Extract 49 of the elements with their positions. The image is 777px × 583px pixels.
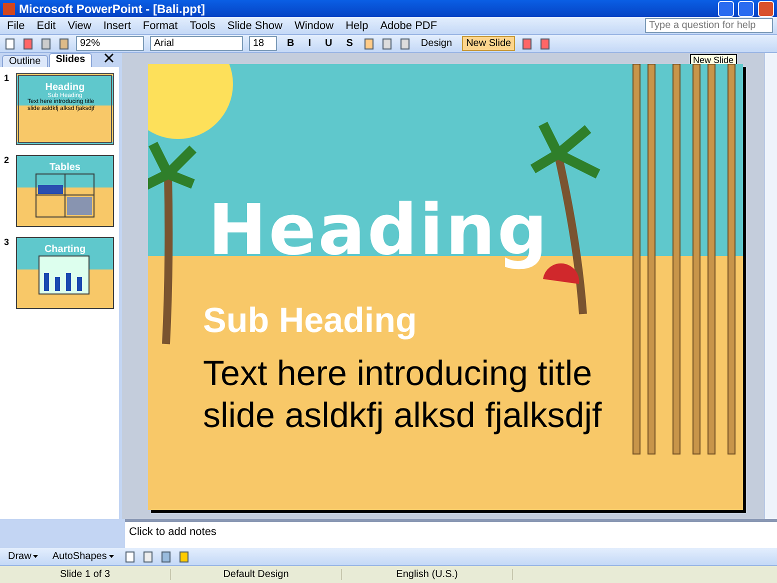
menu-item[interactable]: Adobe PDF	[377, 20, 440, 32]
table-drawing	[35, 173, 95, 218]
slide-heading: Heading	[208, 189, 550, 271]
thumbnail-title: Charting	[44, 244, 86, 255]
text-style-button[interactable]: I	[304, 36, 316, 51]
status-text: English (U.S.)	[342, 569, 513, 580]
menu-item[interactable]: Slide Show	[224, 20, 286, 32]
pane-tab[interactable]: Slides	[48, 53, 92, 67]
draw-button[interactable]: Draw	[4, 549, 42, 564]
help-search-field[interactable]: Type a question for help	[645, 18, 773, 33]
autoshapes-button[interactable]: AutoShapes	[48, 549, 118, 564]
close-icon[interactable]	[103, 52, 115, 64]
zoom-dropdown[interactable]: 92%	[76, 36, 144, 51]
menu-item[interactable]: View	[64, 20, 94, 32]
text-style-button[interactable]: S	[342, 36, 357, 51]
menu-item[interactable]: Format	[140, 20, 181, 32]
bar-chart-drawing	[38, 255, 92, 295]
vertical-scrollbar[interactable]	[764, 53, 777, 519]
font-dropdown[interactable]: Arial	[150, 36, 243, 51]
menu-item[interactable]: Tools	[186, 20, 218, 32]
thumbnail-title: Tables	[50, 162, 80, 173]
text-style-button[interactable]: B	[283, 36, 298, 51]
slide-number: 1	[4, 73, 10, 85]
maximize-button[interactable]	[738, 0, 754, 16]
slide-number: 3	[4, 237, 10, 249]
text-style-button[interactable]: U	[321, 36, 336, 51]
slide-number: 2	[4, 155, 10, 167]
window-title: Microsoft PowerPoint - [Bali.ppt]	[19, 2, 206, 16]
menu-item[interactable]: Window	[291, 20, 337, 32]
caret-icon	[33, 555, 38, 558]
status-text: Default Design	[171, 569, 342, 580]
caret-icon	[108, 555, 114, 558]
menu-item[interactable]: File	[4, 20, 28, 32]
slide-subheading: Sub Heading	[203, 301, 418, 341]
app-icon	[3, 2, 15, 14]
menu-item[interactable]: Insert	[100, 20, 134, 32]
close-button[interactable]	[758, 0, 774, 16]
thumbnail-title: Heading	[45, 82, 85, 93]
design-button[interactable]: Design	[416, 36, 456, 51]
status-text: Slide 1 of 3	[0, 569, 171, 580]
menu-item[interactable]: Edit	[34, 20, 59, 32]
new-slide-button[interactable]: New Slide	[462, 36, 516, 51]
slide-body-text: Text here introducing title slide asldkfj alksd fjalksdjf	[203, 353, 603, 437]
minimize-button[interactable]	[718, 0, 734, 16]
notes-field[interactable]: Click to add notes	[125, 519, 777, 548]
font-size-dropdown[interactable]: 18	[249, 36, 277, 51]
slide-canvas[interactable]: Heading Sub Heading Text here introducing title slide asldkfj alksd fjalksdjf	[148, 64, 743, 510]
menu-item[interactable]: Help	[342, 20, 372, 32]
pane-tab[interactable]: Outline	[2, 55, 48, 67]
